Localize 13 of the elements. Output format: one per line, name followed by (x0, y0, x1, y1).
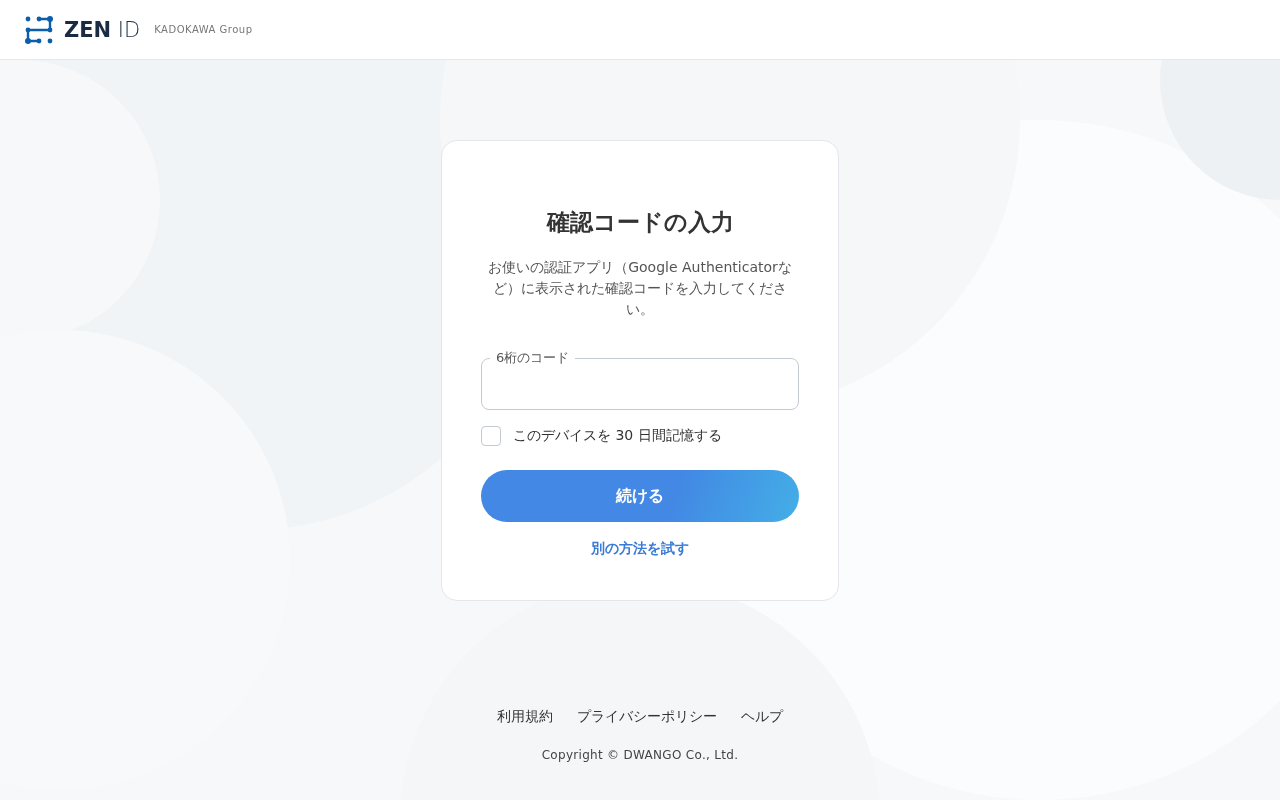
alternative-method-link[interactable]: 別の方法を試す (591, 540, 689, 558)
copyright: Copyright © DWANGO Co., Ltd. (541, 748, 739, 762)
card-title: 確認コードの入力 (545, 208, 735, 237)
logo-text: ZEN ID (64, 17, 141, 42)
checkbox[interactable] (481, 426, 501, 446)
continue-button[interactable]: 続ける (481, 470, 799, 522)
description: お使いの認証アプリ（Google Authenticatorなど）に表示された確認コードを入力してください。 (487, 258, 793, 319)
remember-label: このデバイスを 30 日間記憶する (513, 427, 722, 445)
footer-link[interactable]: 利用規約 (497, 708, 553, 726)
footer-link[interactable]: プライバシーポリシー (577, 708, 717, 726)
logo-icon (24, 14, 54, 45)
group-label: KADOKAWA Group (154, 24, 253, 35)
footer-link[interactable]: ヘルプ (741, 708, 783, 726)
